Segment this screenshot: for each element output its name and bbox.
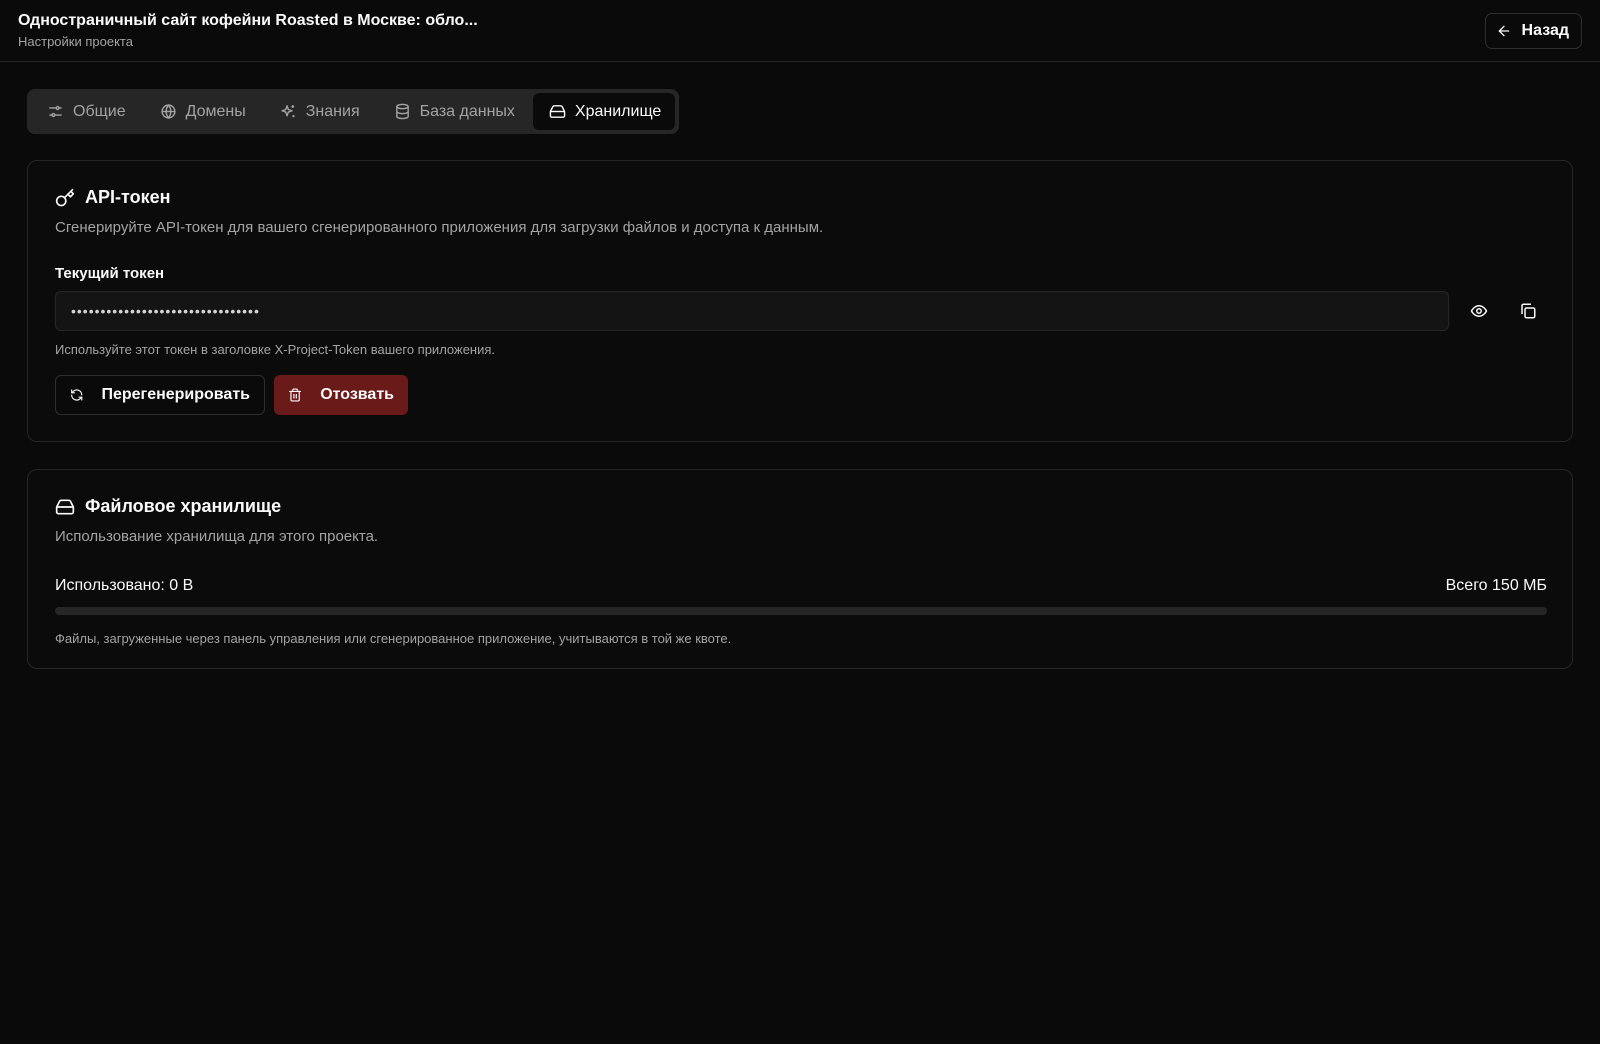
tab-knowledge[interactable]: Знания [264, 93, 374, 130]
file-storage-description: Использование хранилища для этого проект… [55, 528, 379, 545]
arrow-left-icon [1498, 25, 1509, 37]
refresh-icon [71, 389, 83, 401]
copy-token-button[interactable] [1512, 295, 1544, 327]
copy-icon [1521, 303, 1536, 319]
back-button-label: Назад [1521, 22, 1569, 39]
tab-label: База данных [419, 102, 515, 120]
api-token-title: API-токен [85, 187, 171, 207]
hard-drive-icon [549, 105, 566, 118]
trash-icon [289, 388, 302, 402]
show-token-button[interactable] [1463, 295, 1495, 327]
token-input[interactable] [55, 291, 1449, 331]
tab-database[interactable]: База данных [378, 93, 529, 130]
page-title: Одностраничный сайт кофейни Roasted в Мо… [18, 12, 478, 29]
regenerate-button[interactable]: Перегенерировать [55, 375, 265, 415]
file-storage-card: Файловое хранилище Использование хранили… [27, 469, 1573, 669]
revoke-label: Отозвать [320, 386, 394, 403]
token-hint: Используйте этот токен в заголовке X-Pro… [55, 342, 496, 357]
api-token-header: API-токен [55, 187, 170, 208]
api-token-card: API-токен Сгенерируйте API-токен для ваш… [27, 160, 1573, 442]
top-bar: Одностраничный сайт кофейни Roasted в Мо… [0, 0, 1600, 62]
tab-label: Общие [73, 102, 126, 120]
tab-general[interactable]: Общие [31, 93, 140, 130]
tab-label: Хранилище [574, 102, 662, 120]
back-button[interactable]: Назад [1484, 13, 1582, 49]
total-label: Всего 150 МБ [1445, 577, 1547, 594]
globe-icon [161, 104, 176, 119]
database-icon [395, 103, 409, 120]
used-label: Использовано: 0 B [55, 577, 194, 594]
revoke-button[interactable]: Отозвать [274, 375, 408, 415]
tab-label: Домены [185, 102, 246, 120]
storage-hint: Файлы, загруженные через панель управлен… [55, 631, 732, 646]
storage-progress-bar [55, 607, 1547, 615]
tab-storage[interactable]: Хранилище [532, 93, 676, 130]
tab-label: Знания [305, 102, 360, 120]
current-token-label: Текущий токен [55, 265, 165, 282]
file-storage-title: Файловое хранилище [85, 496, 282, 516]
sliders-icon [49, 105, 62, 118]
tab-domains[interactable]: Домены [144, 93, 260, 130]
key-icon [55, 188, 75, 206]
regenerate-label: Перегенерировать [101, 386, 250, 403]
sparkles-icon [281, 105, 295, 118]
api-token-description: Сгенерируйте API-токен для вашего сгенер… [55, 219, 824, 236]
settings-tabs: Общие Домены Знания База данных Хранилищ… [27, 89, 680, 134]
hard-drive-icon [55, 499, 75, 514]
page-subtitle: Настройки проекта [18, 34, 133, 49]
usage-row: Использовано: 0 B Всего 150 МБ [55, 577, 1547, 595]
file-storage-header: Файловое хранилище [55, 496, 281, 517]
eye-icon [1470, 305, 1488, 317]
